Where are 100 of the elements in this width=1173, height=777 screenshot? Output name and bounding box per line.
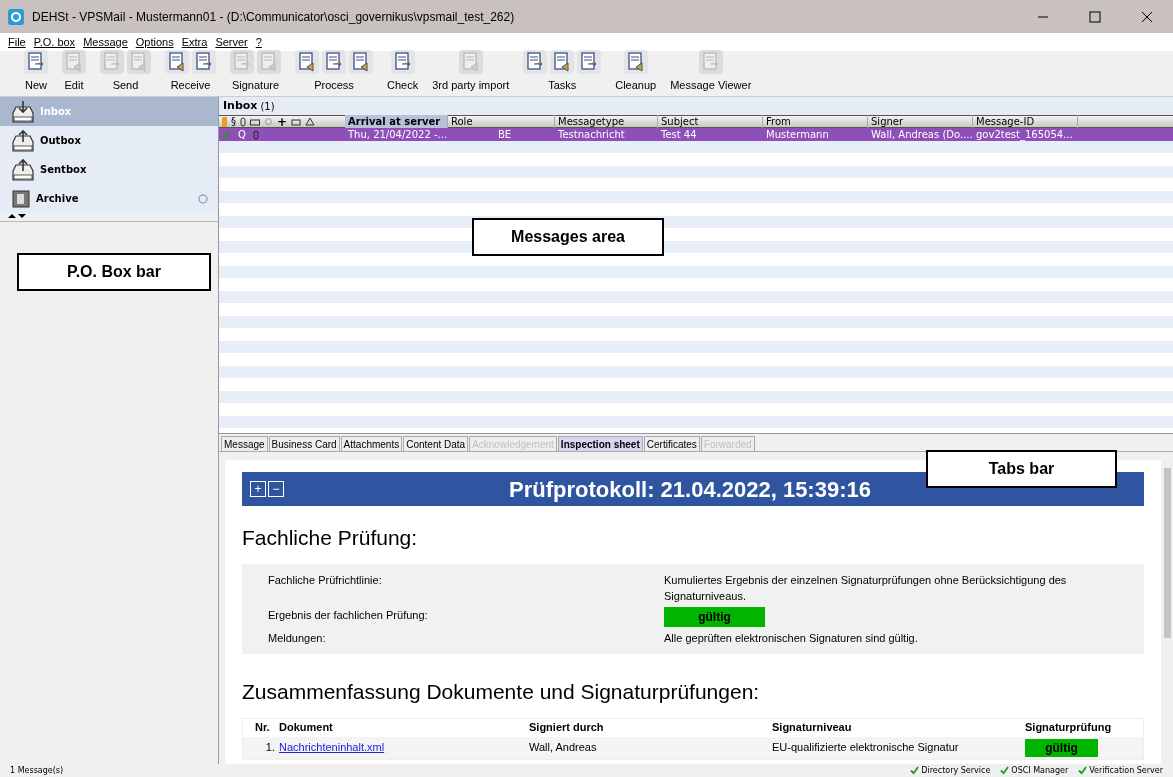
document-icon[interactable] bbox=[295, 49, 319, 74]
table-cell-text: Test 44 bbox=[660, 128, 698, 142]
document-icon[interactable] bbox=[165, 49, 189, 74]
document-icon[interactable] bbox=[390, 49, 415, 74]
table-cell-text: Wall, Andreas (Do.... bbox=[870, 128, 973, 142]
window-title: DEHSt - VPSMail - Mustermann01 - (D:\Communicator\osci_governikus\vpsmail_test_262) bbox=[32, 8, 516, 26]
toolbar-label: Check bbox=[387, 77, 419, 93]
flag-cell-text: Q bbox=[238, 128, 246, 142]
checkmark-icon bbox=[1078, 766, 1088, 775]
menu-item[interactable]: File bbox=[8, 33, 26, 51]
menu-item[interactable]: Message bbox=[83, 33, 128, 51]
toolbar-label: New bbox=[25, 77, 47, 93]
row-number: 1. bbox=[264, 740, 276, 756]
document-icon[interactable] bbox=[322, 49, 346, 74]
column-header: Signaturniveau bbox=[772, 720, 853, 736]
field-value: Kumuliertes Ergebnis der einzelnen Signaturprüfungen ohne Berücksichtigung des Signaturniveaus. bbox=[664, 572, 1068, 604]
envelope-icon bbox=[250, 117, 260, 126]
menu-item[interactable]: Server bbox=[215, 33, 248, 51]
menu-item[interactable]: P.O. box bbox=[33, 33, 76, 51]
field-label: Meldungen: bbox=[268, 630, 327, 646]
tab[interactable]: Attachments bbox=[340, 436, 403, 451]
sidebar-item[interactable]: Archive bbox=[0, 184, 218, 213]
traffic-light-icon bbox=[222, 116, 227, 127]
column-header[interactable]: Arrival at server bbox=[345, 115, 448, 129]
column-header[interactable]: + bbox=[277, 115, 288, 131]
callout-label: Tabs bar bbox=[926, 450, 1117, 488]
toolbar-label: Message Viewer bbox=[670, 77, 752, 93]
callout-label: Messages area bbox=[472, 218, 664, 256]
document-link[interactable]: Nachrichteninhalt.xml bbox=[279, 741, 385, 754]
document-icon[interactable] bbox=[349, 49, 373, 74]
archive-icon bbox=[10, 187, 32, 210]
table-cell-text: Thu, 21/04/2022 -... bbox=[347, 128, 448, 142]
status-badge: gültig bbox=[664, 606, 765, 627]
toolbar-label: Edit bbox=[64, 77, 84, 93]
status-text: 1 Message(s) bbox=[10, 764, 65, 777]
tab[interactable]: Inspection sheet bbox=[557, 436, 643, 451]
app-logo-icon bbox=[8, 8, 24, 25]
document-icon[interactable] bbox=[24, 49, 48, 74]
service-status: Directory Service bbox=[921, 764, 991, 777]
inbox-title: Inbox bbox=[223, 97, 258, 114]
callout-label: P.O. Box bar bbox=[17, 253, 211, 291]
column-header: Dokument bbox=[279, 720, 334, 736]
expand-button[interactable]: + bbox=[250, 481, 266, 497]
toolbar-label: Cleanup bbox=[615, 77, 657, 93]
table-cell-text: Testnachricht bbox=[557, 128, 626, 142]
sidebar-label: Outbox bbox=[40, 134, 82, 148]
menu-item[interactable]: Options bbox=[135, 33, 174, 51]
column-header[interactable]: § bbox=[231, 115, 236, 129]
sidebar-item[interactable]: Outbox bbox=[0, 126, 218, 155]
field-value: Alle geprüften elektronischen Signaturen sind gültig. bbox=[664, 630, 919, 646]
menu-item[interactable]: Extra bbox=[181, 33, 208, 51]
scrollbar-thumb[interactable] bbox=[1163, 468, 1171, 638]
document-icon[interactable] bbox=[550, 49, 575, 74]
checkmark-icon bbox=[910, 766, 920, 775]
tab[interactable]: Certificates bbox=[643, 436, 700, 451]
collapse-button[interactable]: − bbox=[268, 481, 284, 497]
table-cell-text: EU-qualifizierte elektronische Signatur bbox=[772, 740, 960, 756]
sidebar-item[interactable]: Sentbox bbox=[0, 155, 218, 184]
status-badge: gültig bbox=[1025, 738, 1098, 757]
table-cell-text: Wall, Andreas bbox=[529, 740, 598, 756]
checkmark-icon bbox=[222, 130, 231, 139]
toolbar-label: Receive bbox=[170, 77, 211, 93]
service-status: Verification Server bbox=[1089, 764, 1163, 777]
table-cell-text: gov2test_165054... bbox=[975, 128, 1074, 142]
tray-icon bbox=[10, 156, 36, 183]
paperclip-icon bbox=[240, 116, 246, 127]
maximize-icon[interactable] bbox=[1089, 10, 1101, 23]
sidebar-label: Archive bbox=[36, 192, 80, 206]
section-title: Fachliche Prüfung: bbox=[242, 525, 419, 551]
column-header: Signiert durch bbox=[529, 720, 605, 736]
field-label: Ergebnis der fachlichen Prüfung: bbox=[268, 607, 429, 623]
toolbar-label: Process bbox=[314, 77, 354, 93]
tab[interactable]: Content Data bbox=[403, 436, 469, 451]
toolbar-label: Signature bbox=[231, 77, 280, 93]
message-row[interactable]: Q Thu, 21/04/2022 -... BE Testnachricht Test 44 Mustermann Wall, Andreas (Do.... gov2test_165054... bbox=[219, 128, 1173, 141]
table-cell-text: BE bbox=[497, 128, 513, 142]
column-header: Signaturprüfung bbox=[1025, 720, 1112, 736]
paperclip-icon bbox=[252, 129, 259, 140]
column-header: Nr. bbox=[255, 720, 271, 736]
sidebar-label: Inbox bbox=[40, 105, 73, 119]
summary-title: Zusammenfassung Dokumente und Signaturprüfungen: bbox=[242, 679, 761, 705]
document-icon[interactable] bbox=[623, 49, 648, 74]
toolbar-label: Tasks bbox=[548, 77, 577, 93]
tray-icon bbox=[10, 98, 36, 125]
sidebar-label: Sentbox bbox=[40, 163, 88, 177]
close-icon[interactable] bbox=[1141, 10, 1153, 23]
collapse-arrows-icon[interactable] bbox=[8, 213, 28, 219]
report-title: Prüfprotokoll: 21.04.2022, 15:39:16 bbox=[508, 475, 872, 504]
tray-icon bbox=[10, 127, 36, 154]
field-label: Fachliche Prüfrichtlinie: bbox=[268, 572, 383, 588]
menu-item[interactable]: ? bbox=[255, 33, 262, 51]
document-icon[interactable] bbox=[192, 49, 216, 74]
tab[interactable]: Business Card bbox=[268, 436, 340, 451]
toolbar-label: Send bbox=[112, 77, 139, 93]
document-icon[interactable] bbox=[577, 49, 602, 74]
tab[interactable]: Message bbox=[221, 436, 268, 451]
service-status: OSCI Manager bbox=[1011, 764, 1069, 777]
document-icon[interactable] bbox=[523, 49, 548, 74]
table-cell-text: Mustermann bbox=[765, 128, 830, 142]
message-count: (1) bbox=[260, 99, 275, 114]
